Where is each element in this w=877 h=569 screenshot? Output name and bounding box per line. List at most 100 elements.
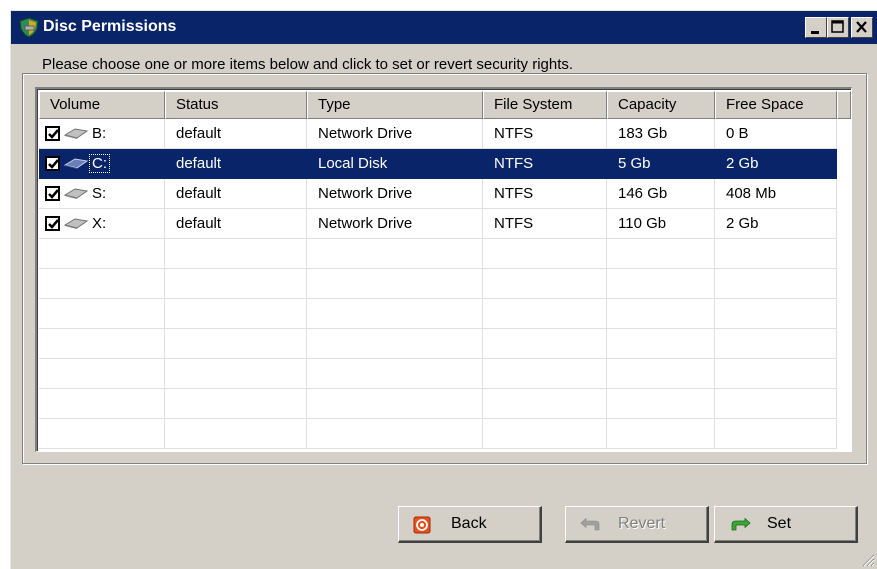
empty-cell: [165, 389, 307, 419]
column-header-type[interactable]: Type: [307, 91, 483, 119]
column-header-file-system[interactable]: File System: [483, 91, 607, 119]
empty-row: [39, 419, 851, 449]
type-cell: Network Drive: [307, 179, 483, 209]
empty-cell: [39, 239, 165, 269]
row-checkbox[interactable]: [45, 126, 60, 141]
table-row[interactable]: S: default Network Drive NTFS 146 Gb 408…: [39, 179, 851, 209]
free-space-cell: 408 Mb: [715, 179, 837, 209]
empty-cell: [715, 329, 837, 359]
volume-cell: C:: [39, 149, 165, 179]
volume-list[interactable]: Volume Status Type File System Capacity …: [35, 87, 852, 452]
empty-row: [39, 299, 851, 329]
empty-row: [39, 389, 851, 419]
column-header-status[interactable]: Status: [165, 91, 307, 119]
empty-cell: [483, 329, 607, 359]
empty-cell: [39, 299, 165, 329]
empty-cell: [307, 239, 483, 269]
column-header-volume[interactable]: Volume: [39, 91, 165, 119]
instructions-label: Please choose one or more items below an…: [38, 56, 578, 73]
row-checkbox[interactable]: [45, 216, 60, 231]
checkmark-icon: [48, 129, 59, 139]
network-drive-icon: [63, 218, 89, 229]
list-rows: B: default Network Drive NTFS 183 Gb 0 B…: [39, 119, 851, 449]
type-cell: Network Drive: [307, 119, 483, 149]
list-header: Volume Status Type File System Capacity …: [39, 91, 851, 119]
empty-cell: [307, 419, 483, 449]
empty-cell: [307, 359, 483, 389]
checkmark-icon: [48, 189, 59, 199]
empty-cell: [607, 419, 715, 449]
title-bar[interactable]: Disc Permissions: [11, 11, 877, 44]
free-space-cell: 2 Gb: [715, 209, 837, 239]
empty-cell: [39, 359, 165, 389]
status-cell: default: [165, 179, 307, 209]
empty-cell: [607, 269, 715, 299]
empty-cell: [307, 329, 483, 359]
back-button[interactable]: Back: [398, 506, 542, 543]
type-cell: Local Disk: [307, 149, 483, 179]
checkmark-icon: [48, 159, 59, 169]
empty-cell: [607, 359, 715, 389]
empty-cell: [715, 269, 837, 299]
column-header-capacity[interactable]: Capacity: [607, 91, 715, 119]
resize-grip-icon[interactable]: [861, 553, 875, 567]
filesystem-cell: NTFS: [483, 149, 607, 179]
filesystem-cell: NTFS: [483, 179, 607, 209]
close-icon: [856, 21, 867, 33]
empty-cell: [483, 299, 607, 329]
filesystem-cell: NTFS: [483, 119, 607, 149]
shield-drive-icon: [19, 17, 39, 38]
empty-cell: [715, 389, 837, 419]
status-cell: default: [165, 149, 307, 179]
window-title: Disc Permissions: [43, 18, 177, 35]
empty-row: [39, 239, 851, 269]
set-button[interactable]: Set: [714, 506, 858, 543]
capacity-cell: 5 Gb: [607, 149, 715, 179]
empty-row: [39, 269, 851, 299]
empty-cell: [483, 419, 607, 449]
empty-cell: [483, 359, 607, 389]
empty-cell: [307, 389, 483, 419]
volume-label: X:: [92, 215, 107, 232]
revert-icon: [580, 517, 600, 531]
volume-label: S:: [92, 185, 107, 202]
empty-cell: [607, 239, 715, 269]
empty-cell: [165, 239, 307, 269]
filesystem-cell: NTFS: [483, 209, 607, 239]
empty-cell: [715, 299, 837, 329]
capacity-cell: 183 Gb: [607, 119, 715, 149]
revert-button-label: Revert: [618, 515, 666, 532]
status-cell: default: [165, 119, 307, 149]
empty-cell: [715, 359, 837, 389]
type-cell: Network Drive: [307, 209, 483, 239]
row-checkbox[interactable]: [45, 186, 60, 201]
maximize-button[interactable]: [827, 17, 849, 38]
empty-cell: [39, 419, 165, 449]
empty-cell: [39, 269, 165, 299]
volume-label: B:: [92, 125, 107, 142]
empty-cell: [165, 269, 307, 299]
free-space-cell: 2 Gb: [715, 149, 837, 179]
empty-cell: [483, 269, 607, 299]
minimize-button[interactable]: [805, 17, 827, 38]
table-row[interactable]: B: default Network Drive NTFS 183 Gb 0 B: [39, 119, 851, 149]
empty-cell: [39, 329, 165, 359]
free-space-cell: 0 B: [715, 119, 837, 149]
set-icon: [731, 517, 751, 531]
column-header-free-space[interactable]: Free Space: [715, 91, 837, 119]
close-button[interactable]: [851, 17, 873, 38]
table-row[interactable]: C: default Local Disk NTFS 5 Gb 2 Gb: [39, 149, 851, 179]
checkmark-icon: [48, 219, 59, 229]
minimize-icon: [811, 31, 819, 34]
maximize-icon: [831, 20, 844, 33]
empty-cell: [165, 419, 307, 449]
empty-cell: [165, 359, 307, 389]
volume-cell: B:: [39, 119, 165, 149]
volume-label: C:: [89, 154, 110, 173]
set-button-label: Set: [767, 515, 792, 532]
empty-cell: [39, 389, 165, 419]
revert-button[interactable]: Revert: [565, 506, 709, 543]
empty-row: [39, 359, 851, 389]
row-checkbox[interactable]: [45, 156, 60, 171]
table-row[interactable]: X: default Network Drive NTFS 110 Gb 2 G…: [39, 209, 851, 239]
